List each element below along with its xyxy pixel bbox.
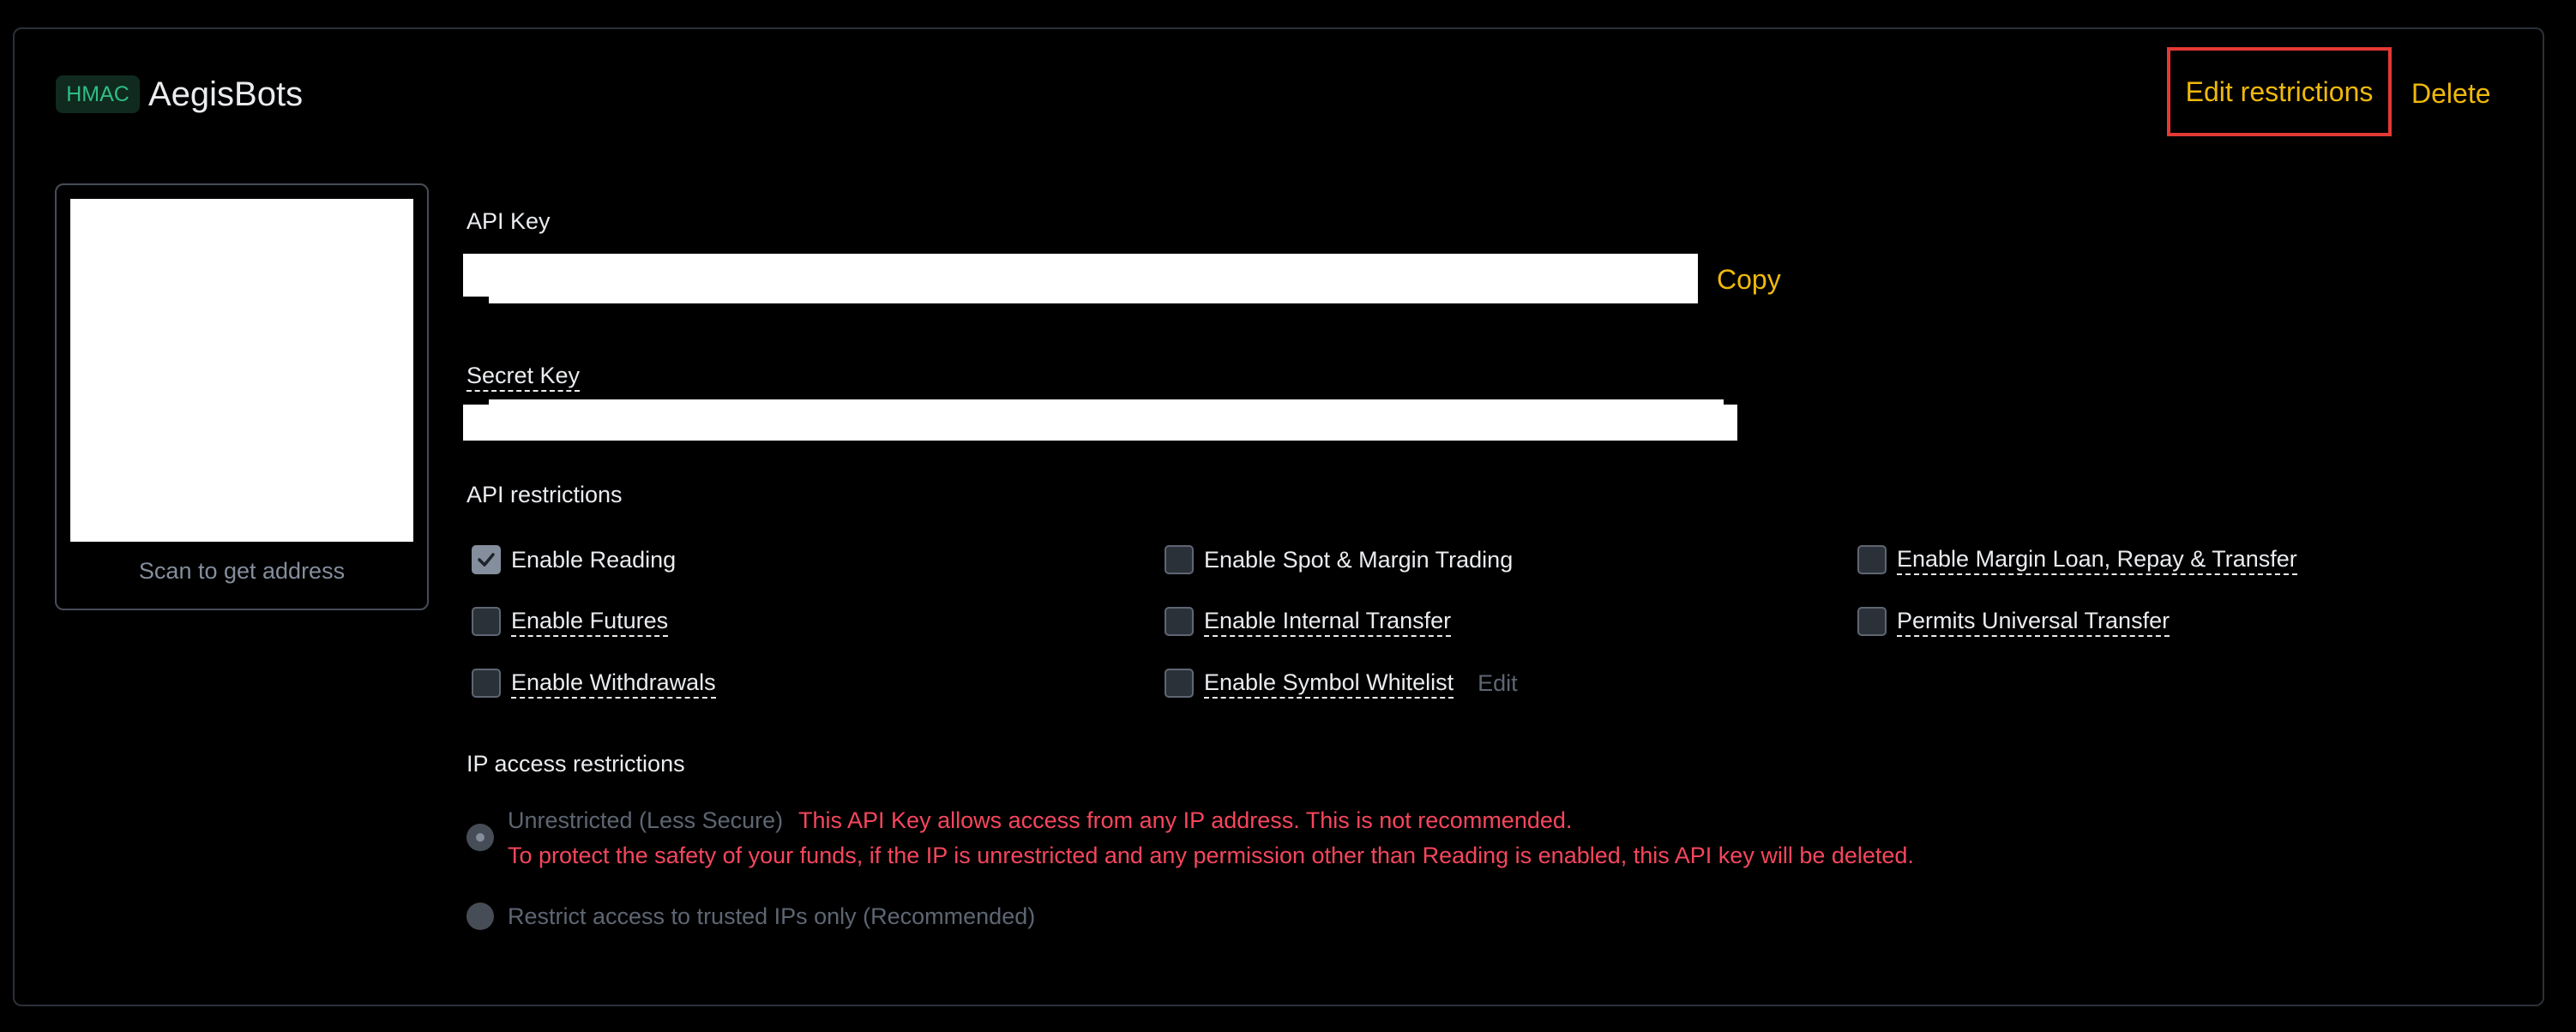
checkbox-enable-spot-margin-trading[interactable]: Enable Spot & Margin Trading (1165, 543, 1513, 577)
checkbox-label: Enable Withdrawals (511, 668, 716, 699)
checkbox[interactable] (1857, 607, 1887, 636)
unrestricted-warning: This API Key allows access from any IP a… (798, 807, 1573, 833)
edit-restrictions-label: Edit restrictions (2185, 75, 2374, 107)
qr-caption: Scan to get address (138, 558, 346, 584)
secret-key-label: Secret Key (466, 361, 581, 392)
checkbox-label: Enable Reading (511, 547, 677, 573)
restricted-label: Restrict access to trusted IPs only (Rec… (508, 903, 1036, 929)
checkbox-label: Enable Futures (511, 606, 669, 637)
ip-restrictions-heading: IP access restrictions (466, 751, 685, 777)
api-key-label: API Key (466, 208, 551, 234)
hmac-badge: HMAC (56, 75, 140, 113)
copy-button[interactable]: Copy (1717, 262, 1781, 297)
api-restrictions-heading: API restrictions (466, 482, 623, 507)
checkbox-checked[interactable] (472, 545, 501, 574)
secret-key-field (463, 399, 1737, 441)
checkbox[interactable] (1165, 669, 1194, 698)
checkbox[interactable] (1165, 545, 1194, 574)
checkbox-label: Enable Margin Loan, Repay & Transfer (1897, 544, 2297, 575)
qr-code-image (70, 199, 413, 542)
radio-unrestricted[interactable] (466, 824, 494, 851)
unrestricted-warning-detail: To protect the safety of your funds, if … (508, 843, 1914, 868)
checkbox[interactable] (1857, 545, 1887, 574)
radio-restricted[interactable] (466, 903, 494, 930)
edit-restrictions-button[interactable]: Edit restrictions (2167, 47, 2392, 136)
api-key-name: AegisBots (148, 75, 304, 113)
whitelist-edit-link[interactable]: Edit (1478, 670, 1518, 697)
checkbox[interactable] (1165, 607, 1194, 636)
check-icon (478, 553, 495, 567)
delete-button[interactable]: Delete (2411, 76, 2491, 111)
checkbox-label: Enable Spot & Margin Trading (1204, 547, 1514, 573)
api-key-field[interactable] (463, 254, 1698, 303)
checkbox-enable-margin-loan[interactable]: Enable Margin Loan, Repay & Transfer (1857, 543, 2297, 577)
unrestricted-label: Unrestricted (Less Secure) (508, 807, 784, 833)
checkbox-enable-internal-transfer[interactable]: Enable Internal Transfer (1165, 604, 1452, 639)
checkbox-label: Enable Symbol Whitelist (1204, 668, 1454, 699)
checkbox-enable-futures[interactable]: Enable Futures (472, 604, 669, 639)
radio-selected-dot (476, 833, 485, 842)
checkbox[interactable] (472, 669, 501, 698)
checkbox-label: Enable Internal Transfer (1204, 606, 1452, 637)
checkbox[interactable] (472, 607, 501, 636)
field-notch (1724, 398, 1737, 405)
field-notch (463, 398, 489, 405)
checkbox-permits-universal-transfer[interactable]: Permits Universal Transfer (1857, 604, 2170, 639)
checkbox-enable-withdrawals[interactable]: Enable Withdrawals (472, 666, 716, 700)
checkbox-enable-reading[interactable]: Enable Reading (472, 543, 676, 577)
checkbox-enable-symbol-whitelist[interactable]: Enable Symbol Whitelist Edit (1165, 666, 1518, 700)
checkbox-label: Permits Universal Transfer (1897, 606, 2170, 637)
field-notch (463, 297, 489, 305)
